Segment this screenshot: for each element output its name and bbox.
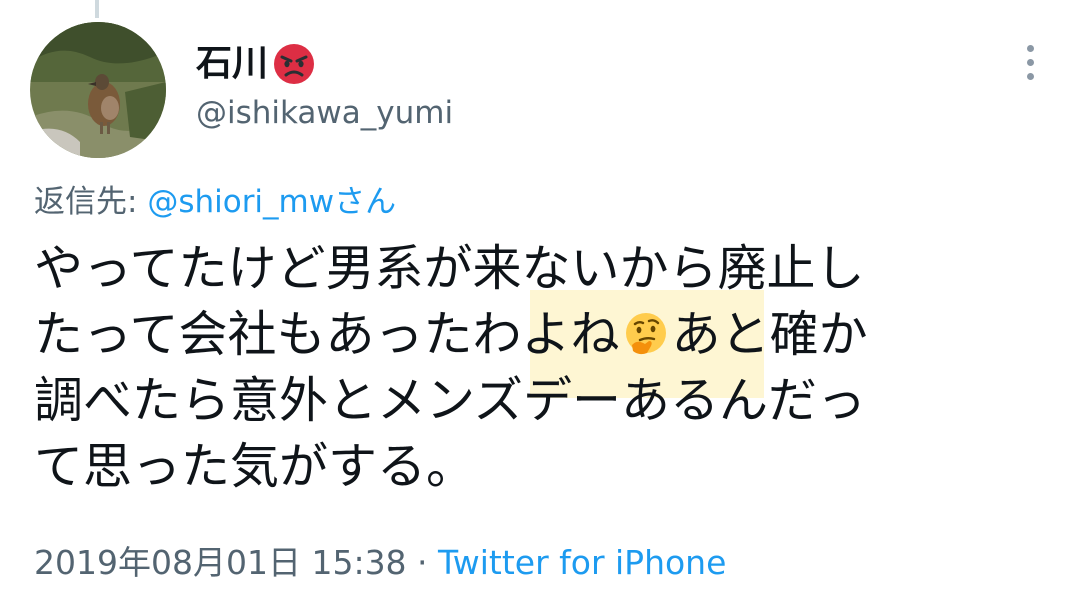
tweet-text-line: やってたけど男系が来ないから廃止し <box>34 240 865 297</box>
more-dot-icon <box>1026 44 1034 52</box>
tweet-metadata: 2019年08月01日 15:38 · Twitter for iPhone <box>34 546 726 579</box>
reply-to-prefix: 返信先: <box>34 184 148 220</box>
tweet-timestamp[interactable]: 2019年08月01日 15:38 <box>34 543 407 582</box>
author-handle[interactable]: @ishikawa_yumi <box>196 98 453 129</box>
tweet-text: やってたけど男系が来ないから廃止し たって会社もあったわよね あと確か 調べたら… <box>34 236 1044 500</box>
avatar[interactable] <box>30 22 166 158</box>
reply-to-line: 返信先: @shiori_mwさん <box>34 184 396 221</box>
tweet-text-segment: たって会社もあったわよね <box>34 306 620 363</box>
tweet-text-line: 調べたら意外とメンズデーあるんだっ <box>34 372 867 429</box>
tweet-text-segment: あと確か <box>671 306 868 363</box>
avatar-photo <box>30 22 166 158</box>
tweet-text-line: たって会社もあったわよね あと確か <box>34 302 1044 368</box>
reply-to-suffix: さん <box>334 184 397 220</box>
more-options-button[interactable] <box>1014 40 1046 84</box>
tweet-text-line: て思った気がする。 <box>34 438 476 495</box>
more-dot-icon <box>1026 58 1034 66</box>
meta-separator: · <box>406 543 439 582</box>
pouting-face-icon <box>274 44 315 84</box>
tweet-source-link[interactable]: Twitter for iPhone <box>438 543 726 582</box>
reply-to-mention[interactable]: @shiori_mw <box>147 184 334 220</box>
thinking-face-icon <box>625 313 666 355</box>
thread-connector-line <box>95 0 99 18</box>
author-display-name[interactable]: 石川 <box>196 46 268 82</box>
author-name-row[interactable]: 石川 <box>196 38 316 90</box>
more-dot-icon <box>1026 72 1034 80</box>
